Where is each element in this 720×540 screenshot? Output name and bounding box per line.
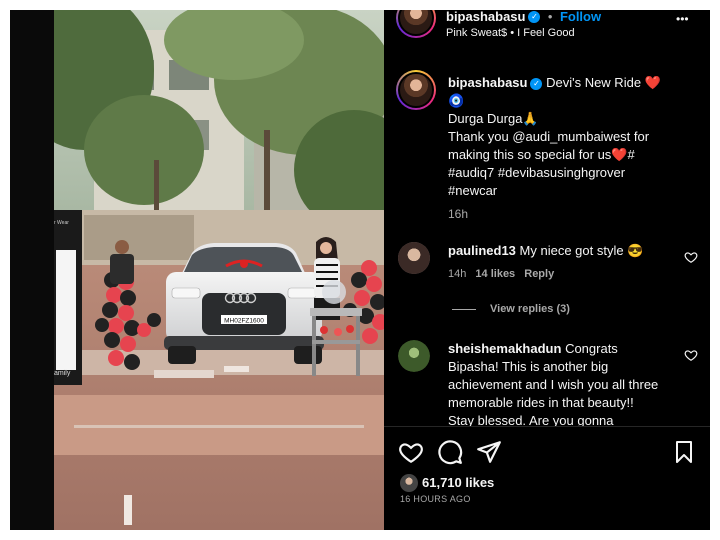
comment: paulined13 My niece got style 😎 xyxy=(448,242,678,260)
banner-top-text: r Wear xyxy=(54,220,69,226)
heart-icon[interactable] xyxy=(684,348,698,362)
reply-button[interactable]: Reply xyxy=(524,268,554,280)
header-separator: • xyxy=(547,10,553,24)
liker-avatar[interactable] xyxy=(400,474,418,492)
view-replies-button[interactable]: View replies (3) xyxy=(490,303,570,315)
caption-line: #audiq7 #devibasusinghgrover xyxy=(448,165,626,180)
caption-time[interactable]: 16h xyxy=(448,205,703,223)
comment-username[interactable]: sheishemakhadun xyxy=(448,341,561,356)
post-media[interactable]: amily r Wear MH02FZ1600 xyxy=(10,10,384,530)
caption: bipashabasu ✓ Devi's New Ride ❤️ 🧿 Durga … xyxy=(448,74,703,223)
commenter-avatar[interactable] xyxy=(398,340,430,372)
audio-track[interactable]: Pink Sweat$ • I Feel Good xyxy=(446,27,575,39)
caption-title-emoji: 🧿 xyxy=(448,93,465,108)
view-replies-line xyxy=(452,309,476,310)
caption-title: Devi's New Ride ❤️ xyxy=(546,75,661,90)
caption-line: making this so special for us❤️# xyxy=(448,147,635,162)
commenter-avatar[interactable] xyxy=(398,242,430,274)
person-right xyxy=(314,237,340,320)
share-icon[interactable] xyxy=(476,439,502,465)
comment-time[interactable]: 14h xyxy=(448,268,466,280)
comment-meta: 14h 14 likes Reply xyxy=(448,268,554,280)
comment-username[interactable]: paulined13 xyxy=(448,243,516,258)
post-sidebar: bipashabasu ✓ • Follow Pink Sweat$ • I Fe… xyxy=(384,10,710,530)
reel-video[interactable]: amily r Wear MH02FZ1600 xyxy=(54,10,384,530)
author-avatar[interactable] xyxy=(396,10,436,38)
save-icon[interactable] xyxy=(672,439,696,465)
follow-button[interactable]: Follow xyxy=(560,10,601,24)
post-modal: amily r Wear MH02FZ1600 bipashabasu ✓ • … xyxy=(10,10,710,530)
heart-icon[interactable] xyxy=(684,250,698,264)
caption-line: #newcar xyxy=(448,183,498,198)
post-date[interactable]: 16 HOURS AGO xyxy=(400,494,471,504)
comment-line: achievement and I wish you all three xyxy=(448,377,659,392)
media-letterbox xyxy=(10,10,54,530)
comment-line: memorable rides in that beauty!! xyxy=(448,395,634,410)
more-icon[interactable]: ••• xyxy=(676,12,689,26)
heart-icon[interactable] xyxy=(398,439,424,465)
verified-icon: ✓ xyxy=(528,10,541,23)
comment-line: Bipasha! This is another big xyxy=(448,359,609,374)
caption-avatar[interactable] xyxy=(396,70,436,110)
comment-text: My niece got style 😎 xyxy=(519,243,644,258)
number-plate: MH02FZ1600 xyxy=(224,318,264,325)
comment: sheishemakhadun Congrats Bipasha! This i… xyxy=(448,340,688,426)
comment-text: Congrats xyxy=(565,341,618,356)
post-header: bipashabasu ✓ • Follow xyxy=(446,10,601,26)
divider xyxy=(384,426,710,427)
caption-line: Durga Durga🙏 xyxy=(448,111,539,126)
video-frame-illustration: amily r Wear MH02FZ1600 xyxy=(54,10,384,530)
comment-icon[interactable] xyxy=(437,439,463,465)
comment-line: Stay blessed. Are you gonna xyxy=(448,413,614,426)
banner-text: amily xyxy=(54,370,71,377)
caption-line: Thank you @audi_mumbaiwest for xyxy=(448,129,650,144)
caption-username[interactable]: bipashabasu xyxy=(448,75,527,90)
header-username[interactable]: bipashabasu xyxy=(446,10,525,24)
comment-likes[interactable]: 14 likes xyxy=(475,268,515,280)
likes-count[interactable]: 61,710 likes xyxy=(422,475,494,490)
verified-icon: ✓ xyxy=(530,77,543,90)
